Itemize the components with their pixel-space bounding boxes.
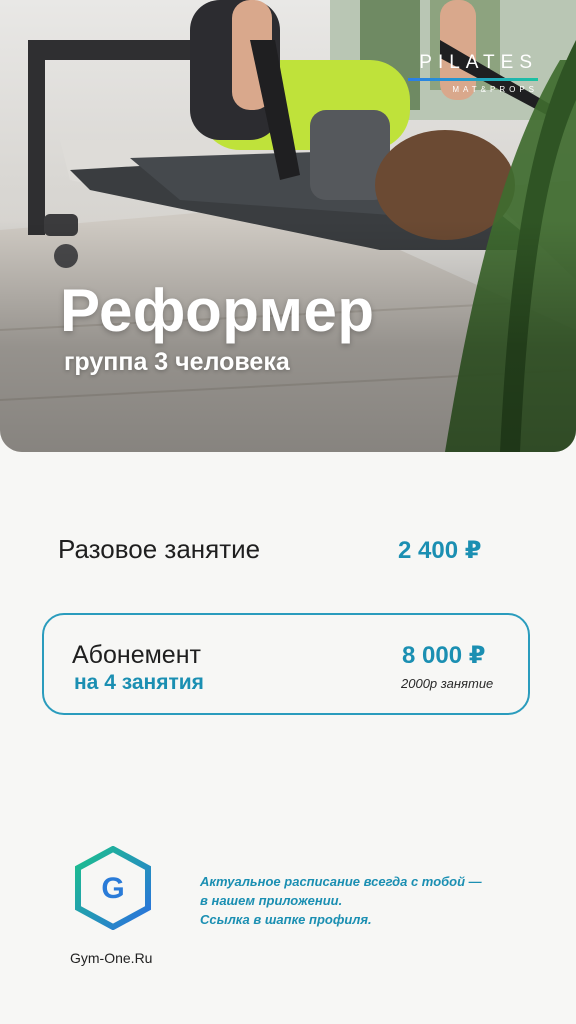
promo-line: в нашем приложении. [200,893,343,908]
subscription-price: 8 000 ₽ [402,642,486,669]
brand-logo: PILATES MAT&PROPS [408,52,538,94]
promo-text: Актуальное расписание всегда с тобой — в… [200,872,540,929]
single-session-label: Разовое занятие [58,534,261,564]
hero-image: PILATES MAT&PROPS Реформер группа 3 чело… [0,0,576,452]
hexagon-g-icon: G [75,846,151,930]
brand-tagline: MAT&PROPS [452,85,538,94]
logo-text: Gym-One.Ru [70,950,153,966]
page: PILATES MAT&PROPS Реформер группа 3 чело… [0,0,576,1024]
subscription-sessions: на 4 занятия [74,671,204,694]
single-session-price: 2 400 ₽ [398,537,482,564]
promo-line: Ссылка в шапке профиля. [200,912,372,927]
brand-underline [408,78,538,81]
subscription-label: Абонемент [72,641,201,669]
subscription-card: Абонемент на 4 занятия 8 000 ₽ 2000р зан… [42,613,530,715]
hero-subtitle: группа 3 человека [64,348,290,376]
brand-name: PILATES [419,52,538,73]
hero-title: Реформер [60,277,375,344]
subscription-per-session: 2000р занятие [401,676,494,691]
promo-line: Актуальное расписание всегда с тобой — [200,874,482,889]
logo-letter: G [101,872,124,905]
